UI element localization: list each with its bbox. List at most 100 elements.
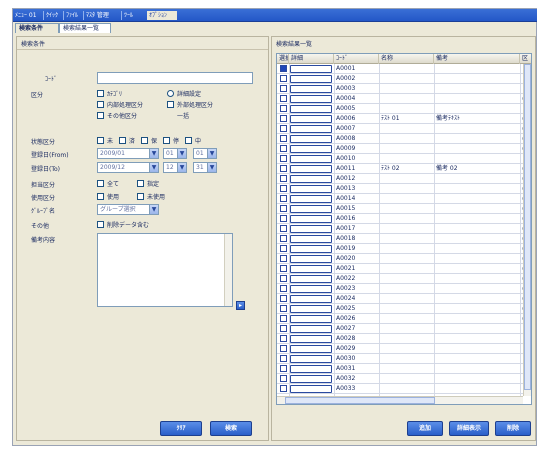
table-row[interactable]: A0021○○ [277,264,531,274]
row-select-checkbox[interactable] [280,355,287,362]
row-select-checkbox[interactable] [280,265,287,272]
row-select-checkbox[interactable] [280,255,287,262]
status-checkbox-1[interactable] [97,137,104,144]
row-detail-button[interactable] [290,305,332,313]
table-row[interactable]: A0031 [277,364,531,374]
row-select-checkbox[interactable] [280,65,287,72]
memo-scrollbar[interactable] [224,234,232,306]
row-select-checkbox[interactable] [280,275,287,282]
row-detail-button[interactable] [290,165,332,173]
row-detail-button[interactable] [290,145,332,153]
table-row[interactable]: A0016○ [277,214,531,224]
scrollbar-thumb[interactable] [285,397,435,404]
shiyo-checkbox-1[interactable] [97,193,104,200]
delete-button[interactable]: 削除 [495,421,531,436]
row-select-checkbox[interactable] [280,125,287,132]
row-select-checkbox[interactable] [280,185,287,192]
table-row[interactable]: A0017○ [277,224,531,234]
row-detail-button[interactable] [290,175,332,183]
tab-search-conditions[interactable]: 検索条件 [15,23,59,33]
row-select-checkbox[interactable] [280,375,287,382]
date-from-month-select[interactable]: 01 ▼ [163,148,187,159]
row-detail-button[interactable] [290,365,332,373]
table-row[interactable]: A0009○ [277,144,531,154]
kubun-checkbox-5[interactable] [97,112,104,119]
table-row[interactable]: A0032 [277,374,531,384]
row-select-checkbox[interactable] [280,145,287,152]
row-select-checkbox[interactable] [280,315,287,322]
shiyo-checkbox-2[interactable] [137,193,144,200]
nav-item-menu[interactable]: ﾒﾆｭｰ 01 [15,11,41,20]
table-row[interactable]: A0001 [277,64,531,74]
column-header-code[interactable]: ｺｰﾄﾞ [334,54,379,64]
table-row[interactable]: A0008○ [277,134,531,144]
table-row[interactable]: A0002 [277,74,531,84]
row-select-checkbox[interactable] [280,165,287,172]
row-select-checkbox[interactable] [280,245,287,252]
table-row[interactable]: A0013○ [277,184,531,194]
row-detail-button[interactable] [290,95,332,103]
column-header-note[interactable]: 備考 [434,54,520,64]
column-header-select[interactable]: 選択 [277,54,289,64]
row-select-checkbox[interactable] [280,235,287,242]
table-row[interactable]: A0018○ [277,234,531,244]
table-row[interactable]: A0020○ [277,254,531,264]
row-select-checkbox[interactable] [280,335,287,342]
row-select-checkbox[interactable] [280,385,287,392]
column-header-name[interactable]: 名称 [379,54,434,64]
row-detail-button[interactable] [290,195,332,203]
status-checkbox-5[interactable] [185,137,192,144]
row-detail-button[interactable] [290,355,332,363]
row-detail-button[interactable] [290,275,332,283]
status-checkbox-4[interactable] [163,137,170,144]
table-row[interactable]: A0007○ [277,124,531,134]
nav-item-tools[interactable]: ﾂｰﾙ [121,11,143,20]
row-detail-button[interactable] [290,245,332,253]
column-header-k[interactable]: 区 [520,54,531,64]
table-row[interactable]: A0012○○ [277,174,531,184]
table-row[interactable]: A0019○ [277,244,531,254]
group-select[interactable]: グループ選択 ▼ [97,204,159,215]
table-row[interactable]: A0004○ [277,94,531,104]
table-row[interactable]: A0015○ [277,204,531,214]
table-row[interactable]: A0003 [277,84,531,94]
row-select-checkbox[interactable] [280,105,287,112]
row-select-checkbox[interactable] [280,195,287,202]
nav-item-master[interactable]: ﾏｽﾀ 管理 [83,11,119,20]
tanto-checkbox-2[interactable] [137,180,144,187]
row-detail-button[interactable] [290,285,332,293]
row-select-checkbox[interactable] [280,85,287,92]
code-input[interactable] [97,72,253,84]
table-horizontal-scrollbar[interactable] [277,396,523,404]
table-row[interactable]: A0029 [277,344,531,354]
table-row[interactable]: A0028 [277,334,531,344]
date-from-year-select[interactable]: 2009/01 ▼ [97,148,159,159]
row-select-checkbox[interactable] [280,305,287,312]
nav-item-quick[interactable]: ｸｲｯｸ [43,11,61,20]
kubun-radio-2[interactable] [167,90,174,97]
clear-button[interactable]: ｸﾘｱ [160,421,202,436]
row-detail-button[interactable] [290,125,332,133]
row-detail-button[interactable] [290,375,332,383]
row-select-checkbox[interactable] [280,215,287,222]
row-detail-button[interactable] [290,105,332,113]
row-detail-button[interactable] [290,75,332,83]
table-row[interactable]: A0010 [277,154,531,164]
date-to-day-select[interactable]: 31 ▼ [193,162,217,173]
row-select-checkbox[interactable] [280,345,287,352]
kubun-checkbox-4[interactable] [167,101,174,108]
row-select-checkbox[interactable] [280,115,287,122]
search-button[interactable]: 検索 [210,421,252,436]
nav-item-file[interactable]: ﾌｧｲﾙ [63,11,81,20]
row-select-checkbox[interactable] [280,155,287,162]
kubun-checkbox-3[interactable] [97,101,104,108]
table-row[interactable]: A0011ﾃｽﾄ 02備考 02○○ [277,164,531,174]
row-select-checkbox[interactable] [280,295,287,302]
row-detail-button[interactable] [290,185,332,193]
row-select-checkbox[interactable] [280,225,287,232]
row-detail-button[interactable] [290,135,332,143]
row-detail-button[interactable] [290,255,332,263]
include-deleted-checkbox[interactable] [97,221,104,228]
row-detail-button[interactable] [290,85,332,93]
row-detail-button[interactable] [290,215,332,223]
